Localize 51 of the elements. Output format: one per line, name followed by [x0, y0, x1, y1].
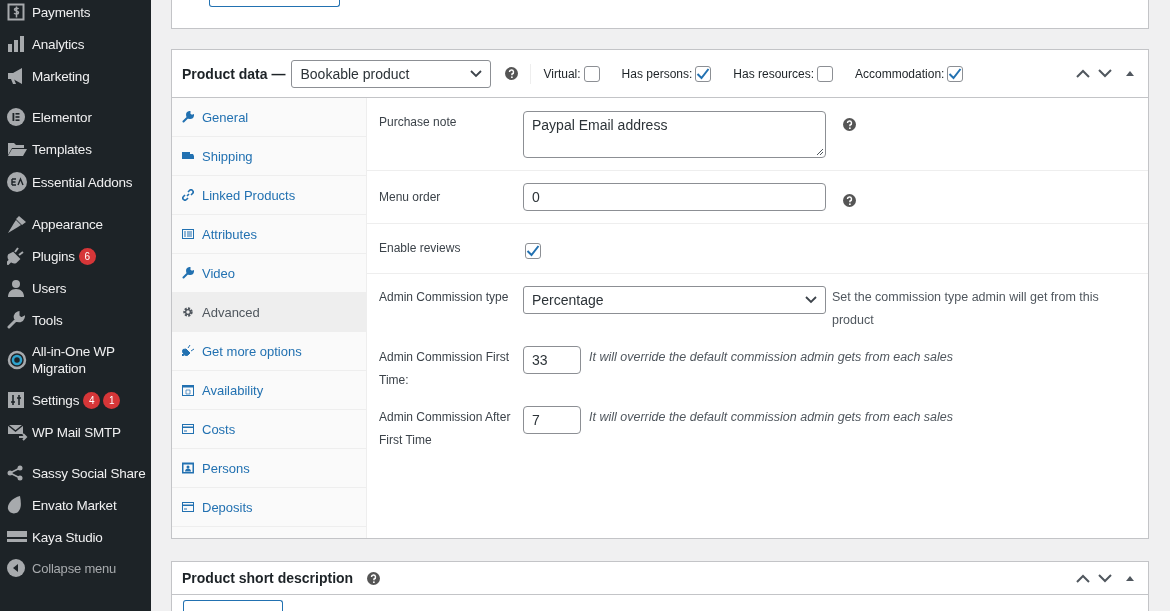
menu-item[interactable]: Sassy Social Share: [32, 464, 146, 482]
product-data-tab[interactable]: Advanced: [172, 293, 366, 332]
product-data-tab[interactable]: General: [172, 98, 366, 137]
menu-item[interactable]: Users: [32, 279, 67, 297]
text-field[interactable]: 0: [523, 183, 826, 211]
menu-item[interactable]: Analytics: [32, 35, 85, 53]
product-data-tab[interactable]: Attributes: [172, 215, 366, 254]
menu-item[interactable]: Settings: [32, 391, 80, 409]
collapse-menu-link[interactable]: Collapse menu: [32, 559, 117, 577]
menu-item[interactable]: WP Mail SMTP: [32, 423, 121, 441]
menu-item[interactable]: Templates: [32, 140, 92, 158]
count-badge: 6: [78, 247, 96, 265]
field-label: Enable reviews: [379, 240, 462, 257]
number-field[interactable]: 7: [523, 406, 581, 434]
option-label: Has persons:: [621, 66, 693, 81]
field-label: Admin Commission type: [379, 289, 510, 306]
field-description: Set the commission type admin will get from this product: [831, 289, 1100, 329]
count-badge: 1: [103, 391, 121, 409]
product-data-tab[interactable]: Get more options: [172, 332, 366, 371]
menu-item[interactable]: Payments: [32, 3, 91, 21]
menu-item[interactable]: Envato Market: [32, 496, 117, 514]
field-label: Menu order: [379, 189, 442, 205]
menu-item[interactable]: Plugins: [32, 247, 75, 265]
commission-type-select[interactable]: Percentage: [523, 286, 826, 314]
product-data-tab[interactable]: Persons: [172, 449, 366, 488]
panel-title: Product data —: [182, 65, 286, 82]
menu-item[interactable]: Tools: [32, 311, 63, 329]
field-label: Purchase note: [379, 114, 458, 131]
option-label: Accommodation:: [855, 66, 945, 81]
field-label: Admin Commission After First Time: [379, 409, 512, 449]
option-label: Virtual:: [543, 66, 581, 81]
product-type-select[interactable]: Bookable product: [291, 59, 492, 88]
menu-item[interactable]: Elementor: [32, 108, 92, 126]
menu-item[interactable]: Appearance: [32, 215, 103, 233]
menu-item[interactable]: Marketing: [32, 67, 90, 85]
product-data-tab[interactable]: Deposits: [172, 488, 366, 527]
product-data-tab[interactable]: Linked Products: [172, 176, 366, 215]
menu-item[interactable]: All-in-One WP Migration: [32, 343, 151, 377]
menu-item[interactable]: Kaya Studio: [32, 528, 103, 546]
product-data-tab[interactable]: Costs: [172, 410, 366, 449]
field-description: It will override the default commission admin gets from each sales: [589, 409, 955, 426]
menu-item[interactable]: Essential Addons: [32, 173, 133, 191]
option-label: Has resources:: [733, 66, 814, 81]
number-field[interactable]: 33: [523, 346, 581, 374]
field-description: It will override the default commission admin gets from each sales: [589, 349, 955, 366]
purchase-note-textarea[interactable]: Paypal Email address: [523, 111, 826, 158]
product-data-tab[interactable]: Availability: [172, 371, 366, 410]
count-badge: 4: [83, 391, 101, 409]
field-label: Admin Commission First Time:: [379, 349, 511, 389]
panel-title: Product short description: [182, 570, 354, 586]
product-data-tab[interactable]: Shipping: [172, 137, 366, 176]
